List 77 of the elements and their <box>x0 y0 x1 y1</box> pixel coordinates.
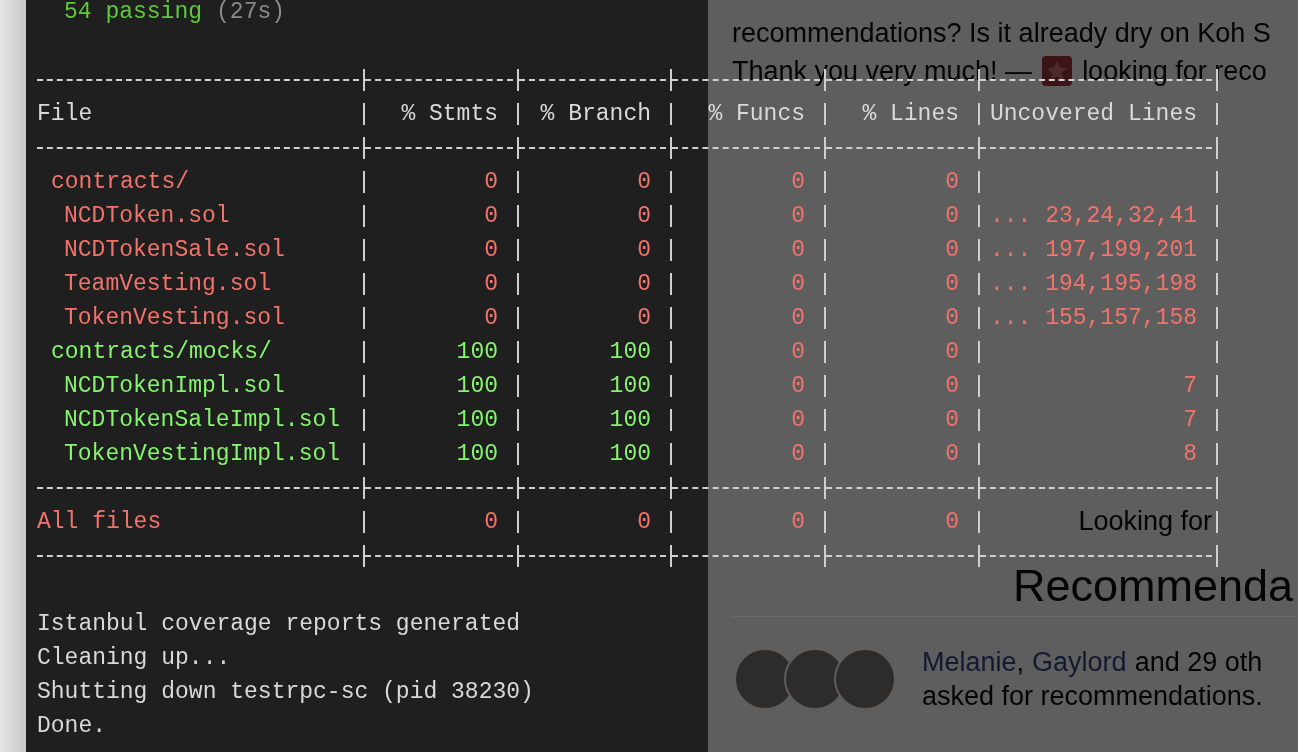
passing-count: 54 passing <box>64 0 203 27</box>
table-cell-text: NCDTokenSale.sol <box>63 237 285 263</box>
table-cell-text: 0 <box>484 304 498 333</box>
profile-link[interactable]: Gaylord <box>1032 645 1127 679</box>
table-cell-text: ... 23,24,32,41 <box>989 202 1197 231</box>
log-line: Cleaning up... <box>37 645 231 671</box>
table-cell-text: 0 <box>791 440 805 469</box>
table-cell-text: contracts/ <box>50 169 190 195</box>
table-cell-text: NCDTokenImpl.sol <box>63 373 285 399</box>
separator: , <box>1016 646 1025 679</box>
profile-link[interactable]: Melanie <box>922 645 1017 679</box>
others-text: and 29 oth <box>1134 646 1263 679</box>
table-cell-text: 100 <box>456 406 498 435</box>
table-cell-text: 100 <box>609 440 651 469</box>
table-cell-text: TeamVesting.sol <box>63 271 272 297</box>
table-cell-text: 0 <box>945 338 959 367</box>
subtitle: Looking for <box>1078 505 1212 538</box>
table-cell-text: TokenVestingImpl.sol <box>63 441 341 467</box>
log-line: Istanbul coverage reports generated <box>37 611 521 637</box>
table-cell-text: 0 <box>945 236 959 265</box>
column-header: File <box>37 100 93 129</box>
duration: (27s) <box>216 0 286 27</box>
table-cell-text: 0 <box>791 168 805 197</box>
log-line: Shutting down testrpc-sc (pid 38230) <box>37 679 534 705</box>
column-header: % Lines <box>862 100 959 129</box>
table-cell-text: ... 194,195,198 <box>989 270 1197 299</box>
table-cell-text: 0 <box>791 508 805 537</box>
table-cell-text: 0 <box>945 508 959 537</box>
table-cell-text: 100 <box>456 338 498 367</box>
table-cell-text: 0 <box>791 304 805 333</box>
table-cell-text: 0 <box>945 202 959 231</box>
asked-text: asked for recommendations. <box>922 681 1263 711</box>
table-cell-text: ... 155,157,158 <box>989 304 1197 333</box>
table-cell-text: 0 <box>637 236 651 265</box>
table-cell-text: 0 <box>791 372 805 401</box>
table-cell-text: 0 <box>945 440 959 469</box>
table-cell-text: 0 <box>484 202 498 231</box>
table-cell-text: 0 <box>945 168 959 197</box>
table-cell-text: 0 <box>484 508 498 537</box>
table-cell-text: 0 <box>945 304 959 333</box>
table-cell-text: 0 <box>791 406 805 435</box>
column-header: % Funcs <box>708 100 805 129</box>
table-cell: All files <box>37 509 162 535</box>
table-cell-text: 7 <box>1183 372 1197 401</box>
column-header: Uncovered Lines <box>989 100 1197 129</box>
table-cell-text: NCDToken.sol <box>63 203 230 229</box>
log-line: Done. <box>37 713 106 739</box>
table-cell-text: 0 <box>945 406 959 435</box>
table-cell-text: 0 <box>637 270 651 299</box>
table-cell-text: 0 <box>484 270 498 299</box>
table-cell-text: ... 197,199,201 <box>989 236 1197 265</box>
table-cell-text: NCDTokenSaleImpl.sol <box>63 407 341 433</box>
table-cell-text: TokenVesting.sol <box>63 305 285 331</box>
column-header: % Branch <box>540 100 651 129</box>
table-cell-text: 0 <box>945 372 959 401</box>
column-header: % Stmts <box>401 100 498 129</box>
table-cell-text: 8 <box>1183 440 1197 469</box>
table-cell-text: 100 <box>456 440 498 469</box>
table-cell-text: 100 <box>609 372 651 401</box>
table-cell-text: 0 <box>637 304 651 333</box>
heading: Recommenda <box>1013 562 1294 610</box>
table-cell-text: 0 <box>484 236 498 265</box>
table-cell-text: 0 <box>945 270 959 299</box>
table-cell-text: 0 <box>637 508 651 537</box>
table-cell-text: 0 <box>791 270 805 299</box>
table-cell-text: 0 <box>791 236 805 265</box>
paragraph-line: recommendations? Is it already dry on Koh S <box>732 18 1271 48</box>
table-cell-text: 0 <box>791 338 805 367</box>
table-cell-text: 0 <box>484 168 498 197</box>
table-cell-text: 7 <box>1183 406 1197 435</box>
table-cell-text: 0 <box>637 168 651 197</box>
table-cell-text: 0 <box>637 202 651 231</box>
table-cell-text: contracts/mocks/ <box>50 339 272 365</box>
table-cell-text: 100 <box>456 372 498 401</box>
table-cell-text: 100 <box>609 406 651 435</box>
table-cell-text: 100 <box>609 338 651 367</box>
table-cell-text: 0 <box>791 202 805 231</box>
